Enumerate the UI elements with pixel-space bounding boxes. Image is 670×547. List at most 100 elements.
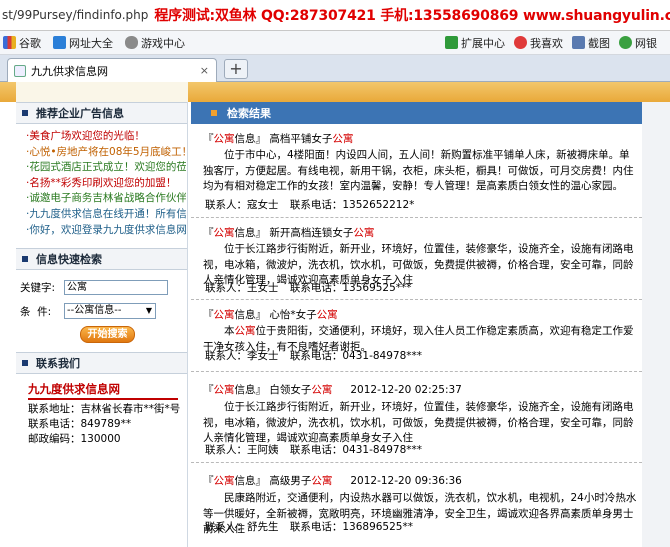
result-title[interactable]: 『公寓信息』 心怡*女子公寓 — [203, 307, 338, 322]
favorites-button[interactable]: 我喜欢 — [514, 35, 563, 51]
category-highlight: 公寓 — [213, 309, 235, 321]
banking-button[interactable]: 网银 — [619, 35, 657, 51]
bracket-open: 『 — [203, 309, 214, 321]
heart-icon — [514, 36, 527, 49]
result-item: 『公寓信息』 心怡*女子公寓 本公寓位于贵阳街，交通便利，环境好，现入住人员工作稳… — [191, 300, 642, 372]
title-text: 心怡*女子 — [269, 309, 317, 321]
category-highlight: 公寓 — [213, 133, 235, 145]
title-text: 新开高档连锁女子 — [269, 227, 354, 239]
address-bar[interactable]: st/99Pursey/findinfo.php 程序测试:双鱼林 QQ:287… — [0, 0, 670, 31]
search-button[interactable]: 开始搜索 — [80, 326, 135, 344]
keyword-input[interactable]: 公寓 — [64, 279, 168, 295]
desc-highlight: 公寓 — [234, 325, 256, 337]
category-highlight: 公寓 — [213, 384, 235, 396]
desc-prefix: 本 — [224, 325, 235, 337]
right-margin — [642, 102, 670, 547]
post-time: 2012-12-20 09:36:36 — [350, 475, 462, 487]
gamepad-icon — [125, 36, 138, 49]
contact-postcode: 邮政编码：130000 — [28, 433, 121, 446]
google-icon — [3, 36, 16, 49]
folder-icon — [53, 36, 66, 49]
bookmark-label: 谷歌 — [19, 36, 41, 50]
title-text: 高档平铺女子 — [269, 133, 333, 145]
close-tab-icon[interactable]: × — [200, 64, 209, 77]
ad-link[interactable]: ·九九度供求信息在线开通！所有信... — [26, 207, 186, 223]
title-text: 白领女子 — [269, 384, 312, 396]
contact-person: 联系人：舒先生 — [205, 521, 279, 533]
contact-title: 九九度供求信息网 — [28, 382, 120, 397]
heading-bullet-icon — [22, 110, 28, 116]
result-title[interactable]: 『公寓信息』 高档平铺女子公寓 — [203, 131, 353, 146]
web-page: 推荐企业广告信息 ·美食广场欢迎您的光临！ ·心悦•房地产将在08年5月底峻工！ ·… — [0, 82, 670, 547]
title-highlight: 公寓 — [353, 227, 375, 239]
search-heading-text: 信息快速检索 — [36, 253, 102, 267]
category-label: 信息』 — [234, 475, 270, 487]
url-path[interactable]: st/99Pursey/findinfo.php — [2, 8, 148, 22]
category-label: 信息』 — [234, 309, 270, 321]
ad-link[interactable]: ·心悦•房地产将在08年5月底峻工！ — [26, 145, 186, 161]
chevron-down-icon: ▼ — [145, 306, 152, 316]
screenshot-button[interactable]: 截图 — [572, 35, 610, 51]
ad-link[interactable]: ·花园式酒店正式成立！欢迎您的莅... — [26, 160, 186, 176]
header-banner-light — [16, 82, 188, 102]
result-description: 位于市中心，4楼阳面！内设四人间，五人间！新购置标准平铺单人床，新被褥床单。单独… — [203, 148, 638, 195]
contact-phone: 联系电话：136896525** — [289, 521, 413, 533]
condition-label: 条 件: — [20, 305, 52, 318]
new-tab-button[interactable]: + — [224, 59, 248, 79]
tab-current[interactable]: 九九供求信息网 × — [7, 58, 217, 82]
title-highlight: 公寓 — [311, 384, 333, 396]
ad-link[interactable]: ·美食广场欢迎您的光临！ — [26, 129, 186, 145]
bookmark-google[interactable]: 谷歌 — [3, 35, 41, 51]
contact-phone: 联系电话：0431-84978*** — [289, 444, 423, 456]
heading-bullet-icon — [22, 256, 28, 263]
ad-link[interactable]: ·诚邀电子商务吉林省战略合作伙伴 — [26, 191, 186, 207]
category-highlight: 公寓 — [213, 227, 235, 239]
result-item: 『公寓信息』 白领女子公寓 2012-12-20 02:25:37 位于长江路步行街… — [191, 372, 642, 463]
contact-person: 联系人：王阿姨 — [205, 444, 279, 456]
extensions-button[interactable]: 扩展中心 — [445, 35, 505, 51]
contact-phone: 联系电话：1352652212* — [289, 199, 415, 211]
favorites-bar: 谷歌 网址大全 游戏中心 扩展中心 我喜欢 截图 网银 — [0, 31, 670, 55]
search-form: 关键字: 公寓 条 件: --公寓信息-- ▼ 开始搜索 — [16, 270, 187, 344]
heading-bullet-icon — [22, 360, 28, 367]
contact-block: 九九度供求信息网 联系地址：吉林省长春市**街*号 联系电话：849789** … — [16, 374, 187, 447]
category-highlight: 公寓 — [213, 475, 235, 487]
result-title[interactable]: 『公寓信息』 高级男子公寓 2012-12-20 09:36:36 — [203, 473, 462, 488]
result-title[interactable]: 『公寓信息』 新开高档连锁女子公寓 — [203, 225, 374, 240]
result-description: 位于长江路步行街附近，新开业，环境好，位置佳，装修豪华，设施齐全，设施有闭路电视… — [203, 400, 638, 447]
results-panel: 检索结果 『公寓信息』 高档平铺女子公寓 位于市中心，4楼阳面！内设四人间，五人间… — [191, 102, 642, 547]
tool-label: 扩展中心 — [461, 36, 505, 50]
contact-heading: 联系我们 — [16, 352, 187, 375]
condition-select[interactable]: --公寓信息-- ▼ — [64, 303, 156, 320]
result-contact: 联系人：王女士 联系电话：13569525*** — [205, 280, 416, 295]
tool-label: 截图 — [588, 36, 610, 50]
bookmark-games[interactable]: 游戏中心 — [125, 35, 185, 51]
url-ad-text: 程序测试:双鱼林 QQ:287307421 手机:13558690869 www… — [154, 8, 670, 24]
condition-value: --公寓信息-- — [67, 305, 122, 317]
result-contact: 联系人：李女士 联系电话：0431-84978*** — [205, 348, 426, 363]
bracket-open: 『 — [203, 227, 214, 239]
result-item: 『公寓信息』 高档平铺女子公寓 位于市中心，4楼阳面！内设四人间，五人间！新购置标… — [191, 124, 642, 218]
result-title[interactable]: 『公寓信息』 白领女子公寓 2012-12-20 02:25:37 — [203, 382, 462, 397]
contact-heading-text: 联系我们 — [36, 357, 80, 371]
bracket-open: 『 — [203, 475, 214, 487]
desc-text: 位于长江路步行街附近，新开业，环境好，位置佳，装修豪华，设施齐全，设施有闭路电视… — [203, 401, 634, 444]
sidebar: 推荐企业广告信息 ·美食广场欢迎您的光临！ ·心悦•房地产将在08年5月底峻工！ ·… — [16, 102, 188, 547]
ads-heading: 推荐企业广告信息 — [16, 102, 187, 124]
result-item: 『公寓信息』 高级男子公寓 2012-12-20 09:36:36 民康路附近，交通… — [191, 463, 642, 547]
bookmark-sites[interactable]: 网址大全 — [53, 35, 113, 51]
title-text: 高级男子 — [269, 475, 312, 487]
contact-address: 联系地址：吉林省长春市**街*号 — [28, 403, 181, 416]
ad-link[interactable]: ·你好，欢迎登录九九度供求信息网... — [26, 223, 186, 239]
contact-phone: 联系电话：849789** — [28, 418, 132, 431]
left-margin — [0, 102, 16, 547]
post-time: 2012-12-20 02:25:37 — [350, 384, 462, 396]
title-highlight: 公寓 — [311, 475, 333, 487]
bracket-open: 『 — [203, 133, 214, 145]
ad-link[interactable]: ·名扬**彩秀印刷欢迎您的加盟！ — [26, 176, 186, 192]
